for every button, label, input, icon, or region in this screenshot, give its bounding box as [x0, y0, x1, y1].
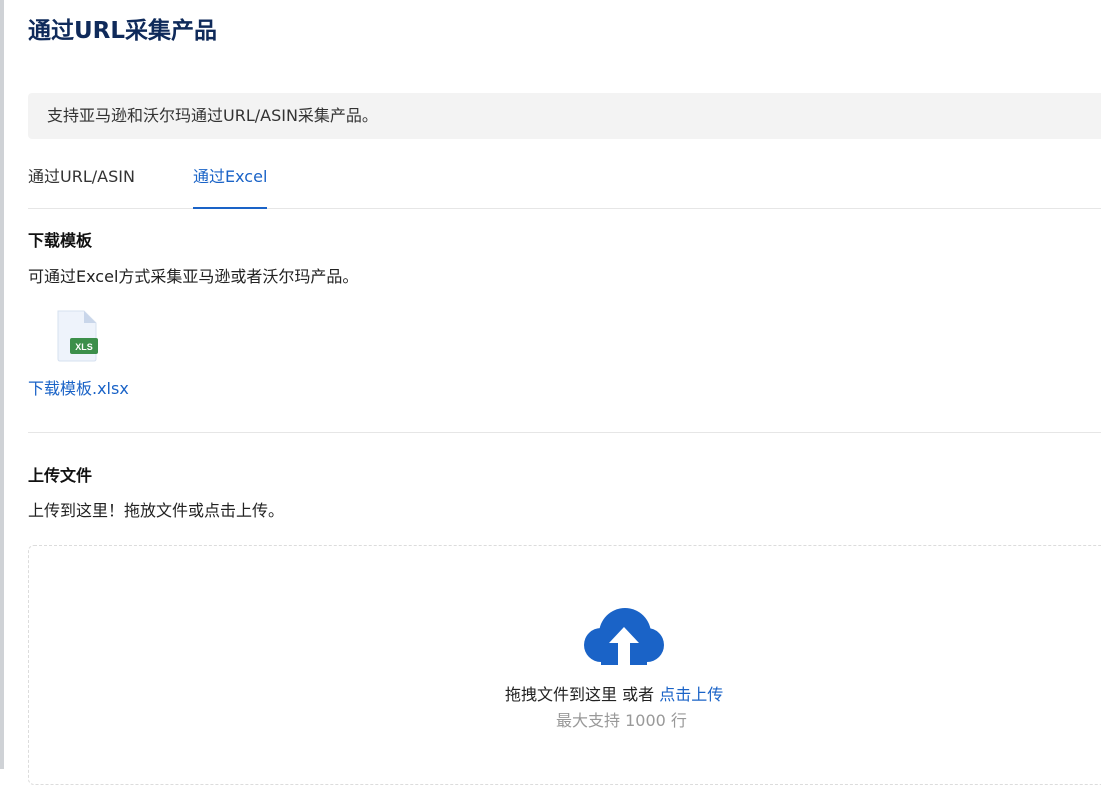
download-section-description: 可通过Excel方式采集亚马逊或者沃尔玛产品。 [28, 267, 359, 286]
upload-dropzone[interactable] [28, 545, 1101, 785]
dropzone-prompt: 拖拽文件到这里 或者 点击上传 [505, 684, 723, 706]
tab-bar: 通过URL/ASIN 通过Excel [28, 158, 1101, 209]
download-template-link[interactable]: 下载模板.xlsx [28, 378, 129, 400]
upload-section-title: 上传文件 [28, 466, 93, 485]
page-title: 通过URL采集产品 [28, 18, 218, 44]
tab-excel[interactable]: 通过Excel [193, 158, 268, 209]
xls-file-icon[interactable]: XLS [54, 309, 102, 363]
download-section-title: 下载模板 [28, 231, 93, 250]
cloud-upload-icon [584, 608, 664, 665]
xls-badge-label: XLS [75, 342, 93, 352]
left-edge-strip [0, 0, 4, 769]
dropzone-limit-text: 最大支持 1000 行 [556, 711, 687, 730]
tab-url-asin[interactable]: 通过URL/ASIN [28, 158, 135, 209]
section-divider [28, 432, 1101, 433]
dropzone-prompt-text: 拖拽文件到这里 或者 [505, 685, 660, 704]
click-upload-link[interactable]: 点击上传 [659, 685, 723, 704]
upload-section-description: 上传到这里！拖放文件或点击上传。 [28, 501, 285, 520]
info-banner: 支持亚马逊和沃尔玛通过URL/ASIN采集产品。 [28, 93, 1101, 139]
